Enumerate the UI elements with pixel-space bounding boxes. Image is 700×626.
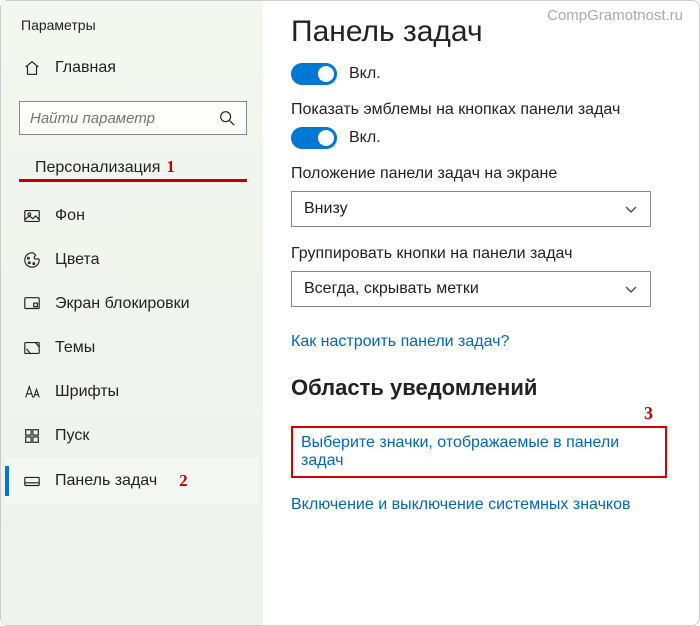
- select-value: Всегда, скрывать метки: [304, 280, 479, 298]
- sidebar-item-themes[interactable]: Темы: [5, 326, 259, 370]
- sidebar-item-label: Темы: [55, 339, 95, 357]
- sidebar-item-fonts[interactable]: Шрифты: [5, 370, 259, 414]
- toggle-label: Вкл.: [349, 129, 381, 147]
- select-value: Внизу: [304, 200, 348, 218]
- annotation-highlight-box: Выберите значки, отображаемые в панели з…: [291, 426, 667, 478]
- select-taskbar-position[interactable]: Внизу: [291, 191, 651, 227]
- toggle-badges-row: Вкл.: [291, 127, 675, 149]
- link-system-icons[interactable]: Включение и выключение системных значков: [291, 496, 630, 514]
- window-title: Параметры: [21, 17, 259, 33]
- annotation-2: 2: [179, 471, 188, 491]
- picture-icon: [23, 207, 41, 225]
- palette-icon: [23, 251, 41, 269]
- main-panel: CompGramotnost.ru Панель задач Вкл. Пока…: [263, 1, 699, 625]
- annotation-1: 1: [166, 157, 175, 177]
- setting-badges-label: Показать эмблемы на кнопках панели задач: [291, 101, 675, 119]
- toggle-switch-1[interactable]: [291, 63, 337, 85]
- themes-icon: [23, 339, 41, 357]
- link-select-icons[interactable]: Выберите значки, отображаемые в панели з…: [301, 434, 657, 470]
- sidebar-home[interactable]: Главная: [5, 49, 259, 87]
- annotation-3: 3: [644, 403, 653, 424]
- sidebar-item-taskbar[interactable]: Панель задач 2: [5, 458, 259, 504]
- sidebar-section-label: Персонализация: [35, 159, 160, 177]
- sidebar-item-start[interactable]: Пуск: [5, 414, 259, 458]
- setting-position-label: Положение панели задач на экране: [291, 165, 675, 183]
- sidebar-item-label: Цвета: [55, 251, 100, 269]
- sidebar-item-label: Шрифты: [55, 383, 119, 401]
- chevron-down-icon: [624, 202, 638, 216]
- sidebar-item-label: Экран блокировки: [55, 295, 190, 313]
- chevron-down-icon: [624, 282, 638, 296]
- annotation-3-wrap: 3: [291, 403, 675, 424]
- search-input[interactable]: [30, 110, 210, 127]
- sidebar-item-label: Пуск: [55, 427, 89, 445]
- toggle-switch-2[interactable]: [291, 127, 337, 149]
- sidebar-item-label: Фон: [55, 207, 85, 225]
- lockscreen-icon: [23, 295, 41, 313]
- search-input-wrapper[interactable]: [19, 101, 247, 135]
- taskbar-icon: [23, 472, 41, 490]
- search-icon: [218, 109, 236, 127]
- sidebar: Параметры Главная Персонализация 1 Фон: [1, 1, 263, 625]
- watermark: CompGramotnost.ru: [547, 7, 683, 24]
- toggle-lock-taskbar-row: Вкл.: [291, 63, 675, 85]
- home-icon: [23, 59, 41, 77]
- link-how-to-customize[interactable]: Как настроить панели задач?: [291, 333, 509, 351]
- notification-area-title: Область уведомлений: [291, 375, 675, 401]
- sidebar-item-background[interactable]: Фон: [5, 194, 259, 238]
- sidebar-item-lockscreen[interactable]: Экран блокировки: [5, 282, 259, 326]
- start-icon: [23, 427, 41, 445]
- sidebar-section-personalization: Персонализация 1: [19, 153, 247, 182]
- fonts-icon: [23, 383, 41, 401]
- select-grouping[interactable]: Всегда, скрывать метки: [291, 271, 651, 307]
- sidebar-item-label: Панель задач: [55, 472, 157, 490]
- sidebar-home-label: Главная: [55, 59, 116, 77]
- sidebar-item-colors[interactable]: Цвета: [5, 238, 259, 282]
- toggle-label: Вкл.: [349, 65, 381, 83]
- setting-grouping-label: Группировать кнопки на панели задач: [291, 245, 675, 263]
